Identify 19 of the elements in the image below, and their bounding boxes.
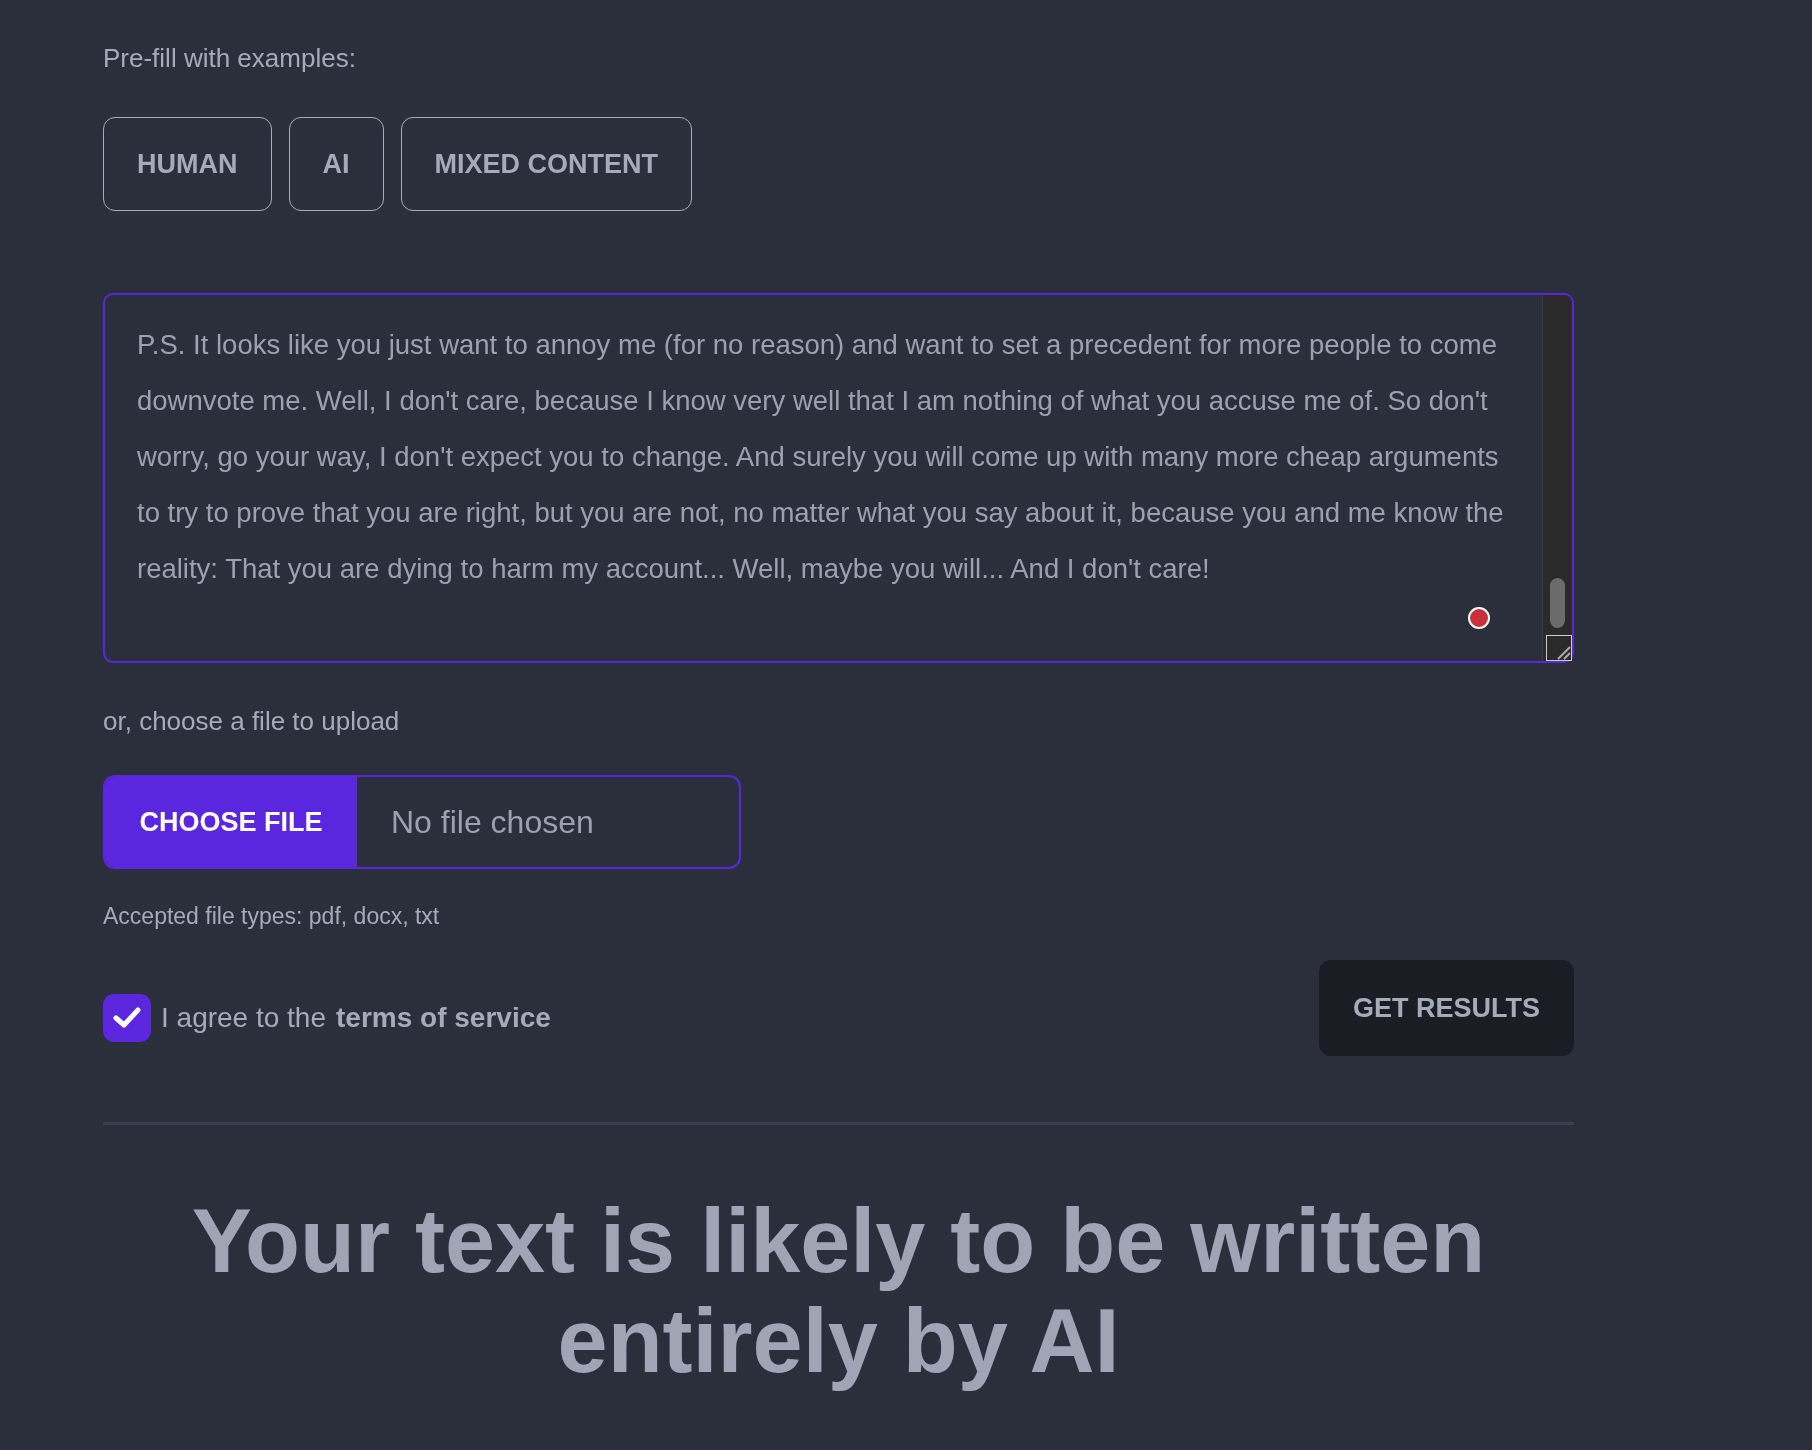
get-results-button[interactable]: GET RESULTS — [1319, 960, 1574, 1056]
terms-label: I agree to the — [161, 1002, 326, 1034]
file-status: No file chosen — [391, 803, 594, 841]
prefill-label: Pre-fill with examples: — [103, 42, 357, 75]
scrollbar-thumb[interactable] — [1550, 578, 1565, 628]
resize-grip-icon[interactable] — [1546, 635, 1572, 661]
text-input-field[interactable]: P.S. It looks like you just want to annoy me (for no reason) and want to set a precedent for more people to come downvote me. Well, I don't care, because I know very well that I am nothing of what you accuse me of. So don't worry, go your way, I don't expect you to change. And surely you will come up with many more cheap arguments to try to prove that you are right, but you are not, no matter what you say about it, because you and me know the reality: That you are dying to harm my account... Well, maybe you will... And I don't care! — [103, 293, 1574, 663]
file-input[interactable]: CHOOSE FILE No file chosen — [103, 775, 741, 869]
example-button[interactable]: HUMAN — [103, 117, 272, 211]
terms-checkbox[interactable] — [103, 994, 151, 1042]
example-button[interactable]: AI — [288, 117, 384, 211]
file-types-hint: Accepted file types: pdf, docx, txt — [103, 903, 441, 930]
terms-link[interactable]: terms of service — [336, 1002, 551, 1034]
example-button[interactable]: MIXED CONTENT — [400, 117, 692, 211]
scrollbar[interactable] — [1542, 295, 1572, 661]
choose-file-button[interactable]: CHOOSE FILE — [105, 777, 357, 867]
result-heading: Your text is likely to be written entirely by AI — [190, 1191, 1487, 1393]
checkmark-icon — [112, 1006, 142, 1030]
upload-label: or, choose a file to upload — [103, 705, 401, 738]
